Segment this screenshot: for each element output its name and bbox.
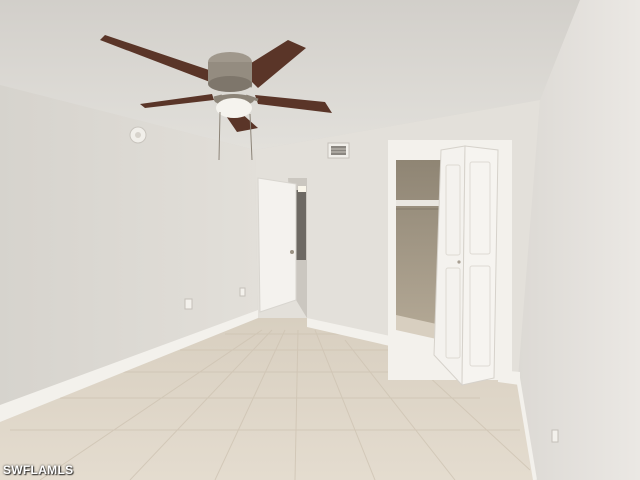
door-knob[interactable] [290,250,294,254]
closet-interior [396,160,441,330]
watermark-text: SWFLAMLS [3,463,74,477]
fan-light [216,98,252,118]
air-vent-icon [327,142,350,159]
empty-bedroom-photo: SWFLAMLS [0,0,640,480]
hallway-door[interactable] [257,177,297,313]
room-illustration [0,0,640,480]
smoke-detector-icon [129,126,147,144]
closet-shelf [396,200,441,206]
